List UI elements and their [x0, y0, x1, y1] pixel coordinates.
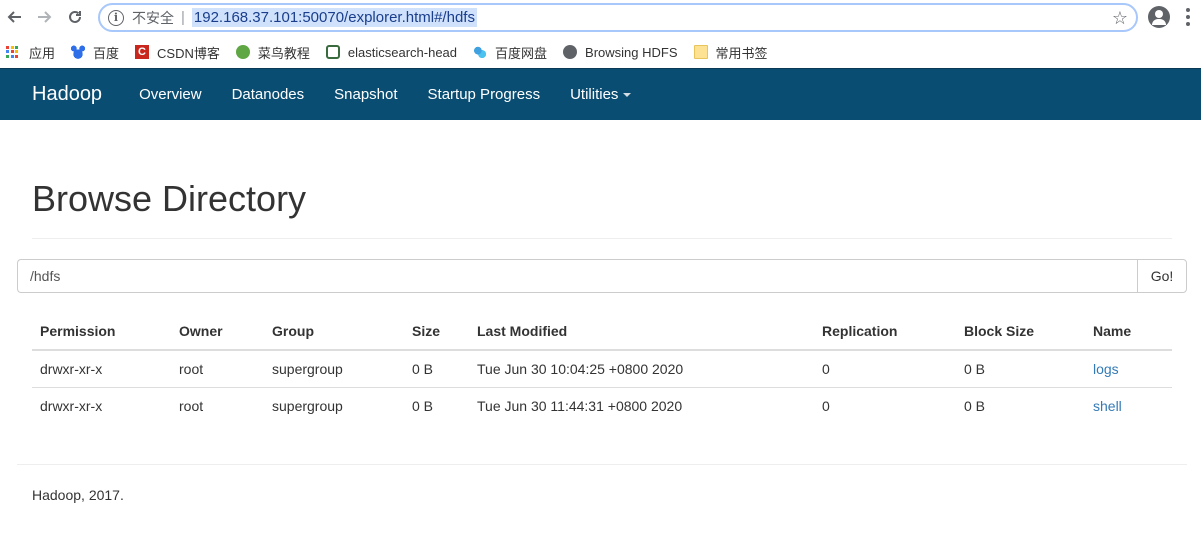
col-group[interactable]: Group	[264, 312, 404, 351]
arrow-right-icon	[38, 11, 52, 23]
bookmarks-bar: 应用 百度 C CSDN博客 菜鸟教程 elasticsearch-head 百…	[0, 36, 1201, 68]
bookmark-runoob[interactable]: 菜鸟教程	[235, 43, 310, 62]
nav-utilities[interactable]: Utilities	[570, 86, 632, 103]
nav-utilities-label: Utilities	[570, 86, 619, 103]
security-label: 不安全	[132, 9, 174, 26]
table-header-row: Permission Owner Group Size Last Modifie…	[32, 312, 1172, 351]
arrow-left-icon	[7, 11, 21, 23]
back-button[interactable]	[0, 2, 30, 32]
runoob-icon	[235, 45, 250, 59]
footer-text: Hadoop, 2017.	[32, 487, 124, 503]
cell-size: 0 B	[412, 397, 434, 414]
nav-overview[interactable]: Overview	[139, 86, 202, 103]
bookmark-csdn[interactable]: C CSDN博客	[135, 43, 220, 62]
cell-owner: root	[179, 397, 204, 414]
go-button[interactable]: Go!	[1137, 259, 1187, 293]
cell-replication: 0	[822, 397, 830, 414]
cell-last-modified: Tue Jun 30 10:04:25 +0800 2020	[469, 350, 814, 388]
csdn-icon: C	[135, 45, 150, 59]
forward-button[interactable]	[29, 2, 59, 32]
col-last-modified[interactable]: Last Modified	[469, 312, 814, 351]
bookmark-baidu-pan[interactable]: 百度网盘	[473, 43, 547, 62]
col-replication[interactable]: Replication	[814, 312, 956, 351]
nav-datanodes[interactable]: Datanodes	[232, 86, 305, 103]
navbar-brand[interactable]: Hadoop	[32, 83, 102, 106]
cell-name: shell	[1085, 387, 1172, 424]
bookmark-folder[interactable]: 常用书签	[693, 43, 768, 62]
directory-listing-table: Permission Owner Group Size Last Modifie…	[32, 312, 1172, 424]
dir-link-shell[interactable]: shell	[1093, 398, 1122, 414]
page-title: Browse Directory	[32, 178, 307, 219]
address-bar[interactable]: i 不安全 | 192.168.37.101:50070/explorer.ht…	[98, 3, 1138, 32]
bookmark-label: 百度	[93, 45, 120, 61]
bookmark-label: 应用	[29, 45, 56, 61]
directory-path-input[interactable]: /hdfs	[17, 259, 1137, 293]
col-owner[interactable]: Owner	[171, 312, 264, 351]
info-icon[interactable]: i	[108, 9, 124, 26]
globe-icon	[563, 45, 578, 59]
cell-permission: drwxr-xr-x	[32, 350, 171, 388]
cell-owner: root	[171, 350, 264, 388]
cell-block-size: 0 B	[964, 397, 986, 414]
cell-name: logs	[1085, 350, 1172, 388]
nav-snapshot[interactable]: Snapshot	[334, 86, 397, 103]
cell-permission: drwxr-xr-x	[40, 397, 103, 414]
cell-group: supergroup	[272, 397, 343, 414]
bookmark-label: 百度网盘	[495, 45, 548, 61]
reload-icon	[69, 10, 81, 23]
folder-icon	[693, 45, 708, 59]
title-divider	[32, 238, 1172, 239]
browser-menu-icon[interactable]	[1186, 8, 1190, 29]
cell-block-size: 0 B	[956, 350, 1085, 388]
footer-divider	[17, 464, 1187, 465]
col-permission[interactable]: Permission	[32, 312, 171, 351]
baidu-paw-icon	[71, 45, 86, 59]
cell-group: supergroup	[264, 350, 404, 388]
account-icon[interactable]	[1148, 6, 1170, 28]
bookmark-browsing-hdfs[interactable]: Browsing HDFS	[563, 44, 678, 60]
bookmark-label: Browsing HDFS	[585, 44, 678, 60]
baidu-pan-icon	[473, 45, 488, 59]
bookmark-label: elasticsearch-head	[347, 44, 458, 60]
nav-startup-progress[interactable]: Startup Progress	[428, 86, 541, 103]
url-text[interactable]: 192.168.37.101:50070/explorer.html#/hdfs	[191, 8, 477, 27]
elasticsearch-icon	[325, 45, 340, 59]
bookmark-label: 菜鸟教程	[257, 45, 310, 61]
browser-toolbar: i 不安全 | 192.168.37.101:50070/explorer.ht…	[0, 0, 1201, 36]
hadoop-navbar: Hadoop Overview Datanodes Snapshot Start…	[0, 68, 1201, 120]
bookmark-label: 常用书签	[715, 45, 768, 61]
caret-down-icon	[623, 93, 632, 98]
address-separator: |	[181, 9, 185, 26]
table-row: drwxr-xr-x root supergroup 0 B Tue Jun 3…	[32, 350, 1172, 388]
bookmark-star-icon[interactable]: ☆	[1112, 8, 1128, 29]
cell-replication: 0	[814, 350, 956, 388]
path-input-group: /hdfs Go!	[17, 259, 1187, 293]
bookmark-baidu[interactable]: 百度	[71, 43, 119, 62]
cell-size: 0 B	[404, 350, 469, 388]
bookmark-apps[interactable]: 应用	[6, 43, 55, 62]
bookmark-label: CSDN博客	[157, 45, 220, 61]
col-block-size[interactable]: Block Size	[956, 312, 1085, 351]
reload-button[interactable]	[60, 2, 90, 32]
apps-grid-icon	[6, 45, 19, 59]
col-name[interactable]: Name	[1085, 312, 1172, 351]
col-size[interactable]: Size	[404, 312, 469, 351]
bookmark-elasticsearch-head[interactable]: elasticsearch-head	[325, 44, 458, 60]
dir-link-logs[interactable]: logs	[1093, 361, 1119, 377]
cell-last-modified: Tue Jun 30 11:44:31 +0800 2020	[477, 397, 683, 414]
table-row: drwxr-xr-x root supergroup 0 B Tue Jun 3…	[32, 387, 1172, 424]
